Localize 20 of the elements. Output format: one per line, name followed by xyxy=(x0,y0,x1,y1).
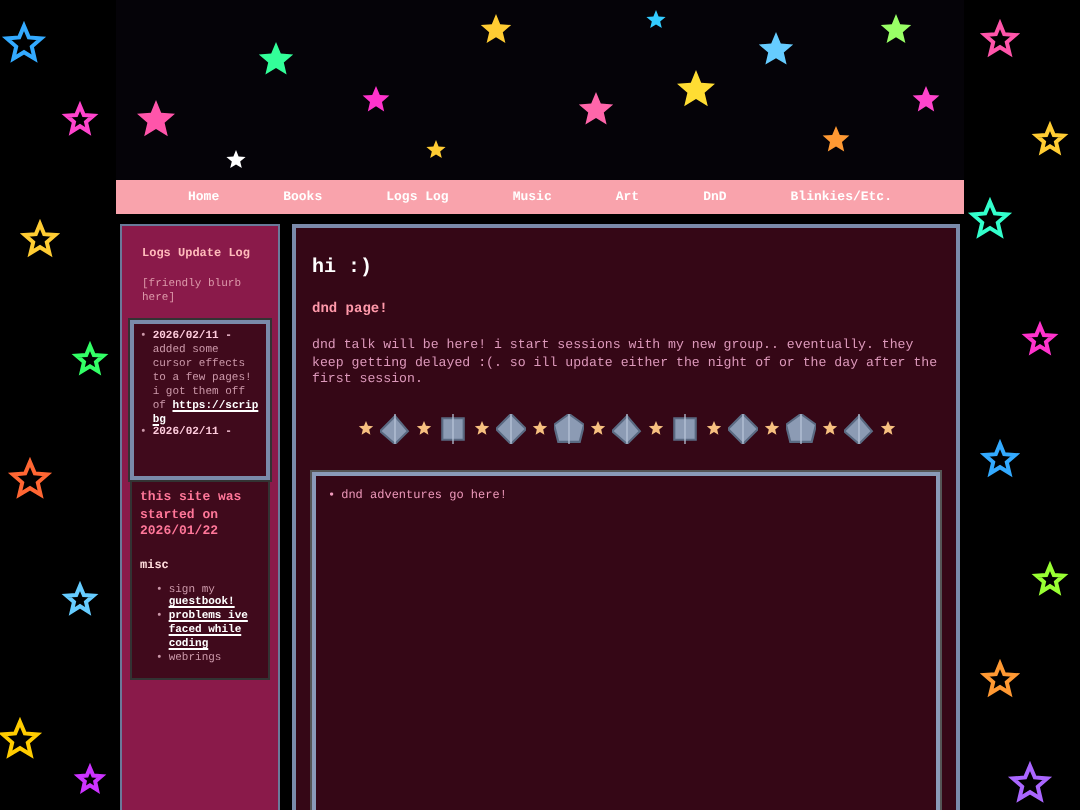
page-heading: hi :) xyxy=(312,258,375,280)
die-icon xyxy=(843,413,873,444)
star-icon xyxy=(705,420,721,437)
star-icon xyxy=(763,420,779,437)
die-icon xyxy=(669,413,699,444)
star-icon xyxy=(531,420,547,437)
die-icon xyxy=(553,413,583,444)
die-icon xyxy=(437,413,467,444)
star-icon xyxy=(647,420,663,437)
die-icon xyxy=(727,413,757,444)
die-icon xyxy=(495,413,525,444)
die-icon xyxy=(379,413,409,444)
die-icon xyxy=(785,413,815,444)
star-icon xyxy=(473,420,489,437)
star-icon xyxy=(821,420,837,437)
star-icon xyxy=(357,420,373,437)
star-icon xyxy=(415,420,431,437)
die-icon xyxy=(611,413,641,444)
star-icon xyxy=(589,420,605,437)
star-icon xyxy=(879,420,895,437)
